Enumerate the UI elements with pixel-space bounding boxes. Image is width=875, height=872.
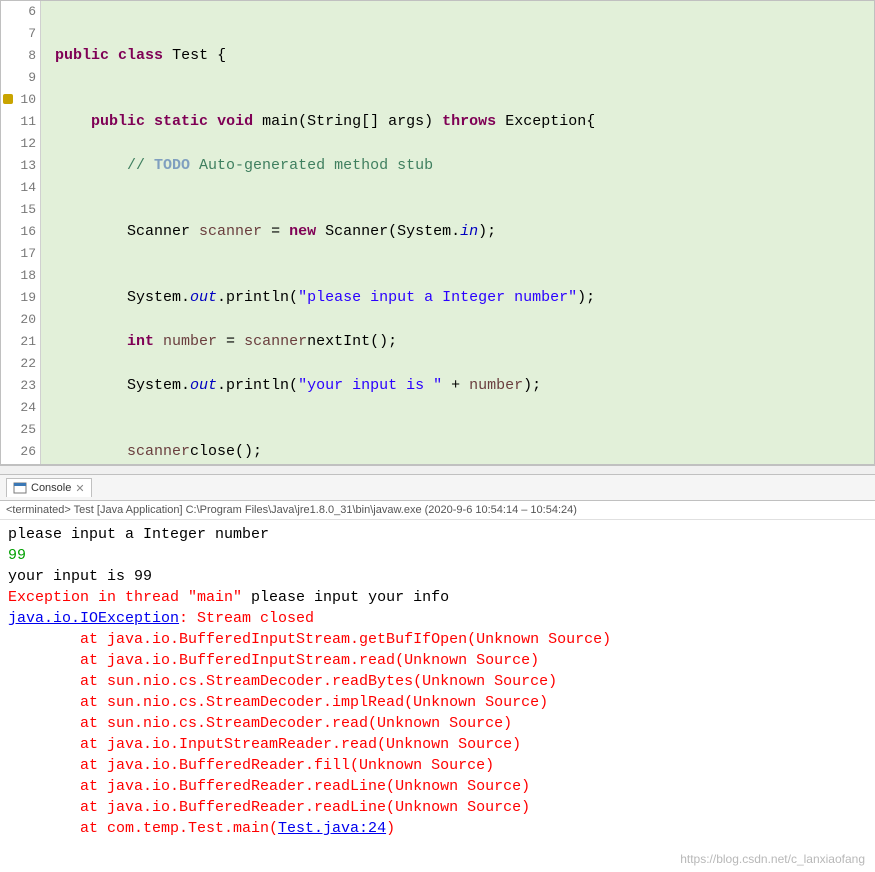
code-editor[interactable]: 6 7 8 9 10 11 12 13 14 15 16 17 18 19 20… [0, 0, 875, 465]
console-line: your input is 99 [8, 566, 867, 587]
console-line: at sun.nio.cs.StreamDecoder.readBytes(Un… [8, 671, 867, 692]
code-line-7: public class Test { [55, 45, 874, 67]
gutter-6: 6 [1, 1, 36, 23]
code-line-14: System.out.println("please input a Integ… [55, 287, 874, 309]
gutter-15: 15 [1, 199, 36, 221]
console-output[interactable]: please input a Integer number99your inpu… [0, 520, 875, 872]
gutter-16: 16 [1, 221, 36, 243]
console-line: at java.io.BufferedReader.fill(Unknown S… [8, 755, 867, 776]
gutter-23: 23 [1, 375, 36, 397]
console-line: at sun.nio.cs.StreamDecoder.implRead(Unk… [8, 692, 867, 713]
gutter-9: 9 [1, 67, 36, 89]
console-line: java.io.IOException: Stream closed [8, 608, 867, 629]
code-text[interactable]: public class Test { public static void m… [41, 1, 874, 464]
console-line: at java.io.BufferedInputStream.getBufIfO… [8, 629, 867, 650]
gutter-12: 12 [1, 133, 36, 155]
gutter-24: 24 [1, 397, 36, 419]
watermark-text: https://blog.csdn.net/c_lanxiaofang [680, 852, 865, 866]
gutter-8: 8 [1, 45, 36, 67]
code-line-12: Scanner scanner = new Scanner(System.in)… [55, 221, 874, 243]
gutter-13: 13 [1, 155, 36, 177]
code-line-15: int number = scannernextInt(); [55, 331, 874, 353]
console-status-line: <terminated> Test [Java Application] C:\… [0, 501, 875, 520]
line-gutter: 6 7 8 9 10 11 12 13 14 15 16 17 18 19 20… [1, 1, 41, 464]
gutter-17: 17 [1, 243, 36, 265]
console-icon [13, 481, 27, 495]
code-line-18: scannerclose(); [55, 441, 874, 463]
console-tab-bar: Console ✕ [0, 475, 875, 501]
close-icon[interactable]: ✕ [75, 482, 84, 495]
gutter-10: 10 [1, 89, 36, 111]
pane-divider[interactable] [0, 465, 875, 475]
console-line: at java.io.InputStreamReader.read(Unknow… [8, 734, 867, 755]
exception-link[interactable]: java.io.IOException [8, 610, 179, 627]
console-line: at com.temp.Test.main(Test.java:24) [8, 818, 867, 839]
gutter-7: 7 [1, 23, 36, 45]
gutter-25: 25 [1, 419, 36, 441]
gutter-20: 20 [1, 309, 36, 331]
console-panel: Console ✕ <terminated> Test [Java Applic… [0, 475, 875, 872]
gutter-26: 26 [1, 441, 36, 463]
console-tab[interactable]: Console ✕ [6, 478, 92, 497]
code-line-16: System.out.println("your input is " + nu… [55, 375, 874, 397]
gutter-21: 21 [1, 331, 36, 353]
console-line: please input a Integer number [8, 524, 867, 545]
gutter-22: 22 [1, 353, 36, 375]
console-tab-label: Console [31, 482, 71, 494]
console-line: Exception in thread "main" please input … [8, 587, 867, 608]
code-line-9: public static void main(String[] args) t… [55, 111, 874, 133]
gutter-19: 19 [1, 287, 36, 309]
gutter-11: 11 [1, 111, 36, 133]
console-line: 99 [8, 545, 867, 566]
gutter-18: 18 [1, 265, 36, 287]
code-line-10: // TODO Auto-generated method stub [55, 155, 874, 177]
console-line: at java.io.BufferedReader.readLine(Unkno… [8, 776, 867, 797]
gutter-14: 14 [1, 177, 36, 199]
console-line: at sun.nio.cs.StreamDecoder.read(Unknown… [8, 713, 867, 734]
console-line: at java.io.BufferedReader.readLine(Unkno… [8, 797, 867, 818]
stacktrace-link[interactable]: Test.java:24 [278, 820, 386, 837]
console-line: at java.io.BufferedInputStream.read(Unkn… [8, 650, 867, 671]
